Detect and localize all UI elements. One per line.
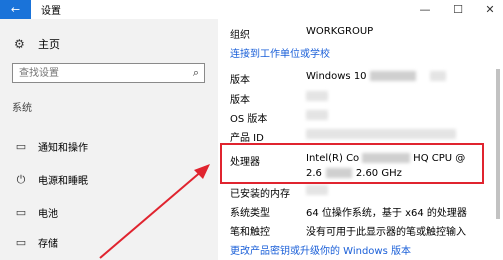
processor-highlight-box: [220, 143, 484, 184]
close-button[interactable]: ✕: [475, 0, 503, 19]
minimize-button[interactable]: —: [410, 0, 440, 19]
change-product-key-link[interactable]: 更改产品密钥或升级你的 Windows 版本: [230, 242, 411, 257]
sidebar-item-label: 电源和睡眠: [38, 176, 88, 187]
close-icon: ✕: [485, 3, 495, 16]
product-id-value: [306, 129, 456, 140]
window-title: 设置: [41, 6, 61, 17]
search-icon[interactable]: ⌕: [193, 66, 199, 80]
redacted-block: [429, 71, 446, 81]
battery-icon: ▭: [15, 206, 27, 219]
os-build-value: [306, 110, 328, 121]
ram-label: 已安装的内存: [230, 189, 290, 200]
maximize-button[interactable]: ☐: [443, 0, 473, 19]
sidebar-item-label: 电池: [38, 209, 58, 220]
redacted-block: [306, 129, 456, 139]
redacted-block: [306, 110, 328, 120]
maximize-icon: ☐: [453, 3, 463, 16]
pen-touch-value: 没有可用于此显示器的笔或触控输入: [306, 227, 466, 238]
sidebar-item-battery[interactable]: ▭ 电池: [14, 205, 58, 220]
system-type-value: 64 位操作系统，基于 x64 的处理器: [306, 208, 467, 219]
org-label: 组织: [230, 30, 250, 41]
sidebar-item-power[interactable]: ⏻ 电源和睡眠: [14, 172, 88, 188]
pen-touch-label: 笔和触控: [230, 227, 270, 238]
back-arrow-icon: ←: [10, 3, 21, 16]
version-value: [306, 91, 328, 102]
title-bar: ← 设置 — ☐ ✕: [0, 0, 503, 19]
sidebar-item-storage[interactable]: ▭ 存储: [14, 235, 58, 250]
system-type-label: 系统类型: [230, 208, 270, 219]
gear-icon: ⚙: [14, 37, 25, 51]
back-button[interactable]: ←: [0, 0, 31, 19]
scroll-thumb[interactable]: [496, 69, 500, 219]
ram-value: [306, 185, 328, 196]
about-content: 组织 WORKGROUP 连接到工作单位或学校 版本 Windows 10 版本…: [218, 19, 503, 260]
sidebar: ⚙ 主页 ⌕ 系统 ▭ 通知和操作 ⏻ 电源和睡眠 ▭ 电池 ▭ 存储: [0, 19, 218, 260]
storage-icon: ▭: [15, 236, 27, 249]
scrollbar[interactable]: [494, 19, 503, 260]
power-icon: ⏻: [16, 172, 26, 186]
edition-text: Windows 10: [306, 71, 370, 82]
sidebar-item-label: 存储: [38, 239, 58, 250]
redacted-block: [369, 71, 416, 81]
join-work-link[interactable]: 连接到工作单位或学校: [230, 45, 330, 60]
sidebar-item-notifications[interactable]: ▭ 通知和操作: [14, 139, 88, 154]
sidebar-item-label: 通知和操作: [38, 143, 88, 154]
minimize-icon: —: [419, 3, 431, 16]
version-label: 版本: [230, 95, 250, 106]
product-id-label: 产品 ID: [230, 133, 264, 144]
home-label: 主页: [38, 38, 60, 51]
sidebar-item-home[interactable]: ⚙ 主页: [14, 36, 60, 52]
os-build-label: OS 版本: [230, 114, 268, 125]
redacted-block: [306, 91, 328, 101]
org-value: WORKGROUP: [306, 26, 374, 37]
search-input[interactable]: [13, 64, 183, 82]
edition-label: 版本: [230, 75, 250, 86]
search-box: ⌕: [12, 63, 205, 83]
redacted-block: [306, 185, 328, 195]
notification-icon: ▭: [15, 140, 27, 153]
section-label-system: 系统: [12, 103, 32, 114]
edition-value: Windows 10: [306, 71, 446, 82]
